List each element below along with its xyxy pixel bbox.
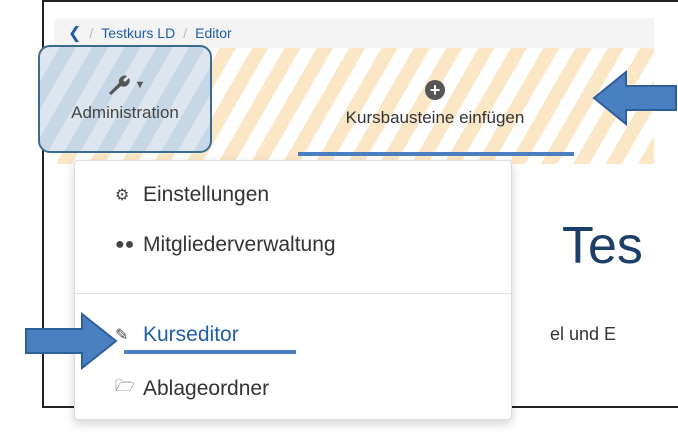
menu-item-label: Ablageordner <box>143 376 270 400</box>
administration-label: Administration <box>71 103 179 122</box>
breadcrumb-separator: / <box>183 25 188 41</box>
menu-item-storage-folder[interactable]: 🗁 Ablageordner <box>115 375 269 402</box>
callout-arrow-right <box>25 312 118 370</box>
menu-item-label: Kurseditor <box>143 323 239 346</box>
callout-arrow-left <box>592 70 677 126</box>
highlight-underline <box>124 350 296 354</box>
plus-circle-icon: + <box>425 80 445 100</box>
breadcrumb-item-editor[interactable]: Editor <box>195 25 232 41</box>
menu-item-label: Einstellungen <box>143 183 270 206</box>
folder-icon: 🗁 <box>115 378 135 395</box>
users-icon: ●● <box>115 236 135 253</box>
menu-divider <box>75 293 511 294</box>
administration-button[interactable]: ▼ Administration <box>38 45 212 153</box>
edit-icon: ✎ <box>115 327 129 344</box>
breadcrumb: ❮ / Testkurs LD / Editor <box>54 18 654 48</box>
menu-item-label: Mitgliederverwaltung <box>143 233 336 256</box>
menu-item-members[interactable]: ●● Mitgliederverwaltung <box>115 233 336 257</box>
page-title: Tes <box>562 217 643 275</box>
menu-item-settings[interactable]: ⚙ Einstellungen <box>115 183 269 207</box>
caret-down-icon: ▼ <box>134 79 146 91</box>
breadcrumb-separator: / <box>89 25 94 41</box>
wrench-icon: ▼ <box>105 73 146 97</box>
breadcrumb-item-course[interactable]: Testkurs LD <box>101 25 175 41</box>
cogs-icon: ⚙ <box>115 187 130 204</box>
menu-item-course-editor[interactable]: ✎ Kurseditor <box>115 323 239 347</box>
chevron-left-icon[interactable]: ❮ <box>68 23 81 43</box>
administration-dropdown: ⚙ Einstellungen ●● Mitgliederverwaltung … <box>74 160 512 420</box>
insert-label: Kursbausteine einfügen <box>345 108 525 127</box>
highlight-underline <box>298 152 574 156</box>
page-text: el und E <box>550 324 617 344</box>
insert-course-element-button[interactable]: + Kursbausteine einfügen <box>300 80 570 128</box>
